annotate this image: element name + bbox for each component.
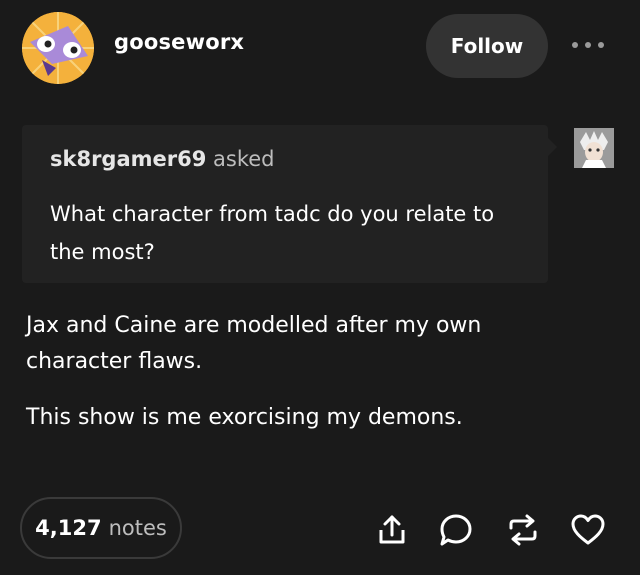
ask-question: What character from tadc do you relate t…	[50, 202, 495, 264]
reblog-icon	[509, 514, 537, 546]
share-button[interactable]	[372, 510, 412, 550]
post-header: gooseworx Follow	[0, 0, 640, 100]
asked-label: asked	[213, 147, 275, 171]
more-horizontal-icon	[572, 42, 604, 48]
answer-paragraph: This show is me exorcising my demons.	[26, 405, 463, 430]
ask-box: sk8rgamer69 asked What character from ta…	[22, 125, 548, 283]
ask-bubble-notch	[548, 138, 557, 156]
asker-avatar[interactable]	[574, 128, 614, 168]
notes-button[interactable]: 4,127 notes	[20, 497, 182, 559]
asker-avatar-image	[574, 128, 614, 168]
asker-line: sk8rgamer69 asked	[50, 147, 275, 171]
reply-button[interactable]	[436, 510, 476, 550]
follow-button[interactable]: Follow	[426, 14, 548, 78]
notes-count: 4,127	[35, 516, 102, 540]
answer-paragraph: Jax and Caine are modelled after my own …	[26, 313, 482, 374]
author-avatar-image	[22, 12, 94, 84]
reply-bubble-icon	[440, 514, 472, 546]
author-avatar[interactable]	[22, 12, 94, 84]
asker-username[interactable]: sk8rgamer69	[50, 147, 206, 171]
notes-label: notes	[108, 516, 167, 540]
more-options-button[interactable]	[566, 30, 610, 60]
like-button[interactable]	[568, 510, 608, 550]
heart-icon	[571, 514, 605, 545]
author-username[interactable]: gooseworx	[114, 30, 244, 54]
reblog-button[interactable]	[503, 510, 543, 550]
share-icon	[379, 515, 405, 544]
